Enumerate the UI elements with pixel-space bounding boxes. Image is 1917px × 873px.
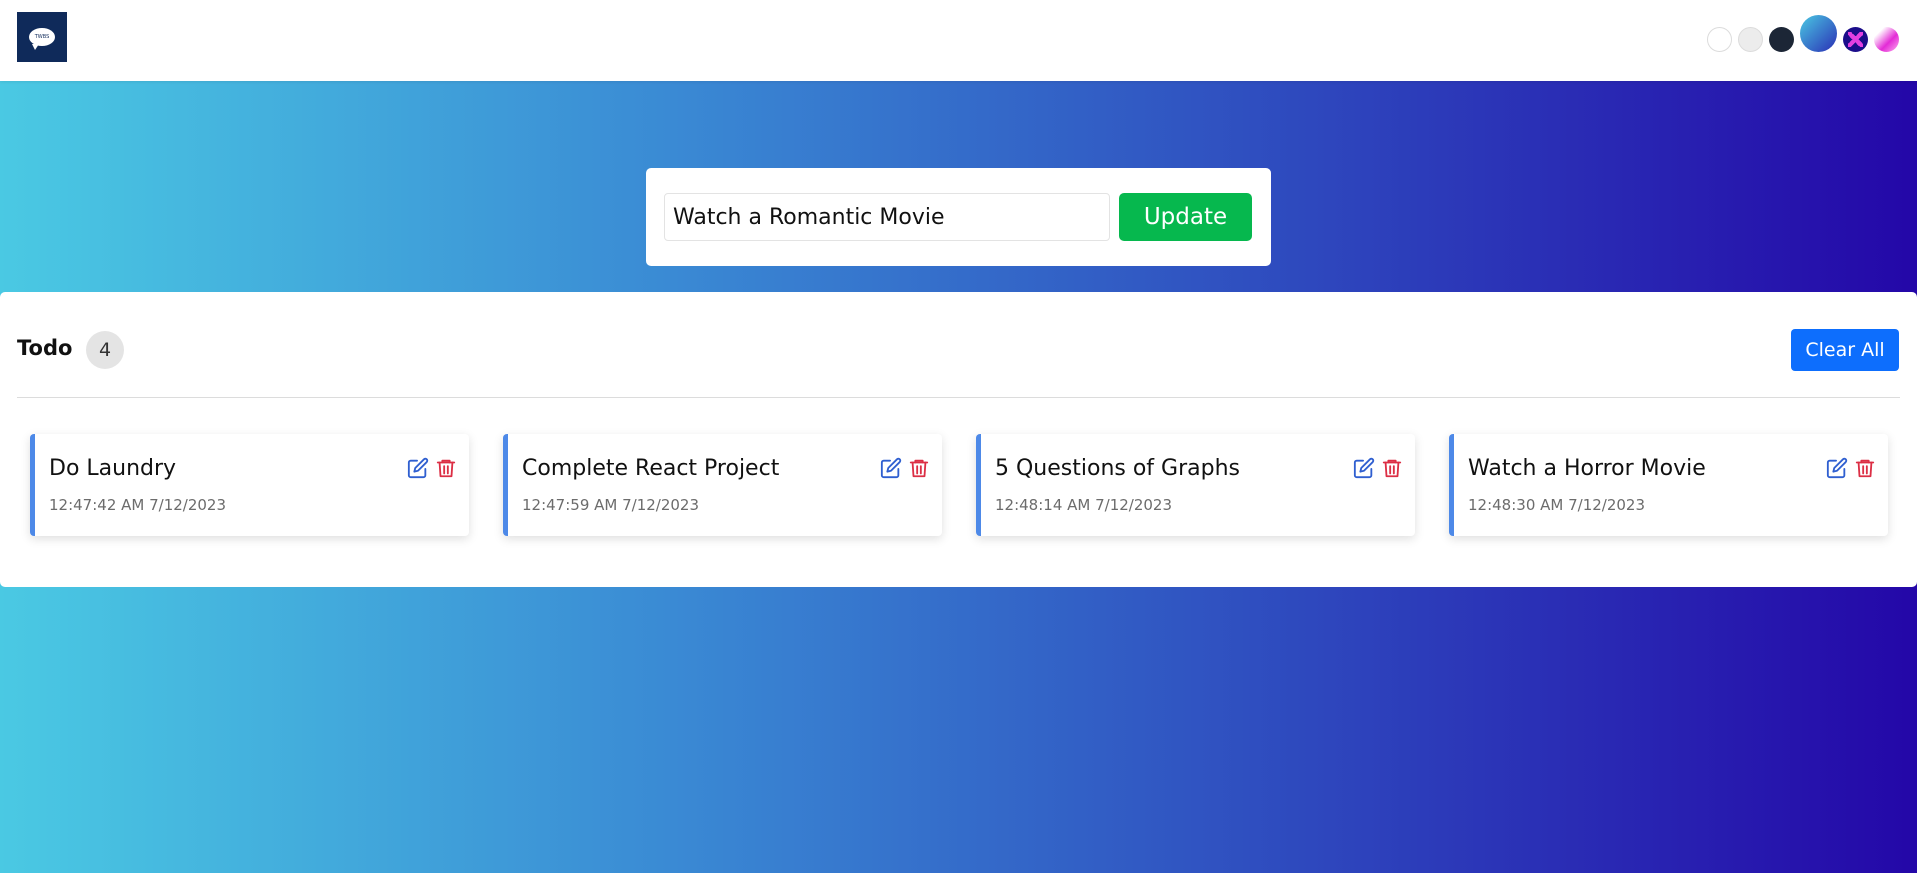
edit-icon[interactable] <box>1353 457 1375 479</box>
divider <box>17 397 1900 398</box>
edit-icon[interactable] <box>880 457 902 479</box>
todo-card: 5 Questions of Graphs 12:48:14 AM 7/12/2… <box>976 434 1415 536</box>
todo-title: Do Laundry <box>49 456 177 481</box>
todo-title: 5 Questions of Graphs <box>995 456 1240 481</box>
delete-icon[interactable] <box>435 457 457 479</box>
todo-actions <box>1353 457 1403 479</box>
todo-timestamp: 12:47:59 AM 7/12/2023 <box>522 496 700 514</box>
todo-card: Watch a Horror Movie 12:48:30 AM 7/12/20… <box>1449 434 1888 536</box>
delete-icon[interactable] <box>1381 457 1403 479</box>
todo-count-badge: 4 <box>86 331 124 369</box>
todo-timestamp: 12:48:14 AM 7/12/2023 <box>995 496 1173 514</box>
delete-icon[interactable] <box>908 457 930 479</box>
chat-bubble-icon: TWBS <box>29 28 55 50</box>
logo-text: TWBS <box>34 34 50 40</box>
edit-icon[interactable] <box>407 457 429 479</box>
todo-title: Watch a Horror Movie <box>1468 456 1706 481</box>
edit-icon[interactable] <box>1826 457 1848 479</box>
theme-white-button[interactable] <box>1707 26 1732 52</box>
app-header: TWBS <box>0 0 1917 81</box>
todo-actions <box>407 457 457 479</box>
clear-all-button[interactable]: Clear All <box>1791 329 1899 371</box>
theme-blue-gradient-button[interactable] <box>1800 14 1837 52</box>
todo-timestamp: 12:48:30 AM 7/12/2023 <box>1468 496 1646 514</box>
todo-timestamp: 12:47:42 AM 7/12/2023 <box>49 496 227 514</box>
theme-purple-button[interactable] <box>1843 26 1868 52</box>
todo-actions <box>880 457 930 479</box>
todo-cards: Do Laundry 12:47:42 AM 7/12/2023 Complet… <box>30 434 1888 536</box>
list-title: Todo <box>17 336 73 360</box>
update-button[interactable]: Update <box>1119 193 1252 241</box>
todo-form: Update <box>646 168 1271 266</box>
theme-light-button[interactable] <box>1738 26 1763 52</box>
todo-list-panel: Todo 4 Clear All Do Laundry 12:47:42 AM … <box>0 292 1917 587</box>
todo-input[interactable] <box>664 193 1110 241</box>
todo-card: Complete React Project 12:47:59 AM 7/12/… <box>503 434 942 536</box>
app-logo[interactable]: TWBS <box>17 12 67 62</box>
todo-title: Complete React Project <box>522 456 780 481</box>
theme-pink-button[interactable] <box>1874 26 1899 52</box>
theme-dark-button[interactable] <box>1769 26 1794 52</box>
theme-switcher <box>1707 14 1899 64</box>
todo-card: Do Laundry 12:47:42 AM 7/12/2023 <box>30 434 469 536</box>
todo-actions <box>1826 457 1876 479</box>
delete-icon[interactable] <box>1854 457 1876 479</box>
